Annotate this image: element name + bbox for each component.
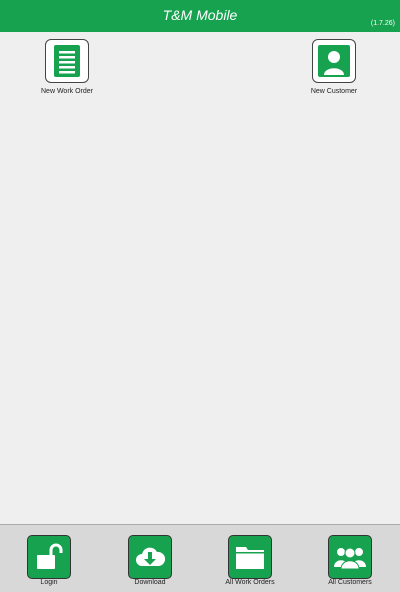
new-work-order-label: New Work Order bbox=[41, 88, 93, 95]
app-title: T&M Mobile bbox=[162, 7, 238, 23]
all-customers-label: All Customers bbox=[328, 579, 372, 586]
app-version: (1.7.26) bbox=[370, 20, 395, 27]
unlock-icon bbox=[37, 543, 63, 569]
all-customers-button[interactable] bbox=[328, 535, 372, 579]
login-button[interactable] bbox=[27, 535, 71, 579]
person-icon bbox=[318, 45, 350, 77]
folder-icon bbox=[236, 547, 264, 569]
new-customer-button[interactable] bbox=[312, 39, 356, 83]
login-label: Login bbox=[40, 579, 58, 586]
bottom-nav: Login Download All Work Orders All Custo… bbox=[0, 524, 400, 592]
download-button[interactable] bbox=[128, 535, 172, 579]
group-icon bbox=[334, 547, 366, 570]
new-customer-label: New Customer bbox=[310, 88, 358, 95]
new-work-order-button[interactable] bbox=[45, 39, 89, 83]
document-list-icon bbox=[54, 45, 80, 77]
app-header: T&M Mobile (1.7.26) bbox=[0, 0, 400, 32]
all-work-orders-button[interactable] bbox=[228, 535, 272, 579]
cloud-download-icon bbox=[136, 547, 166, 566]
all-work-orders-label: All Work Orders bbox=[225, 579, 275, 586]
download-label: Download bbox=[134, 579, 166, 586]
